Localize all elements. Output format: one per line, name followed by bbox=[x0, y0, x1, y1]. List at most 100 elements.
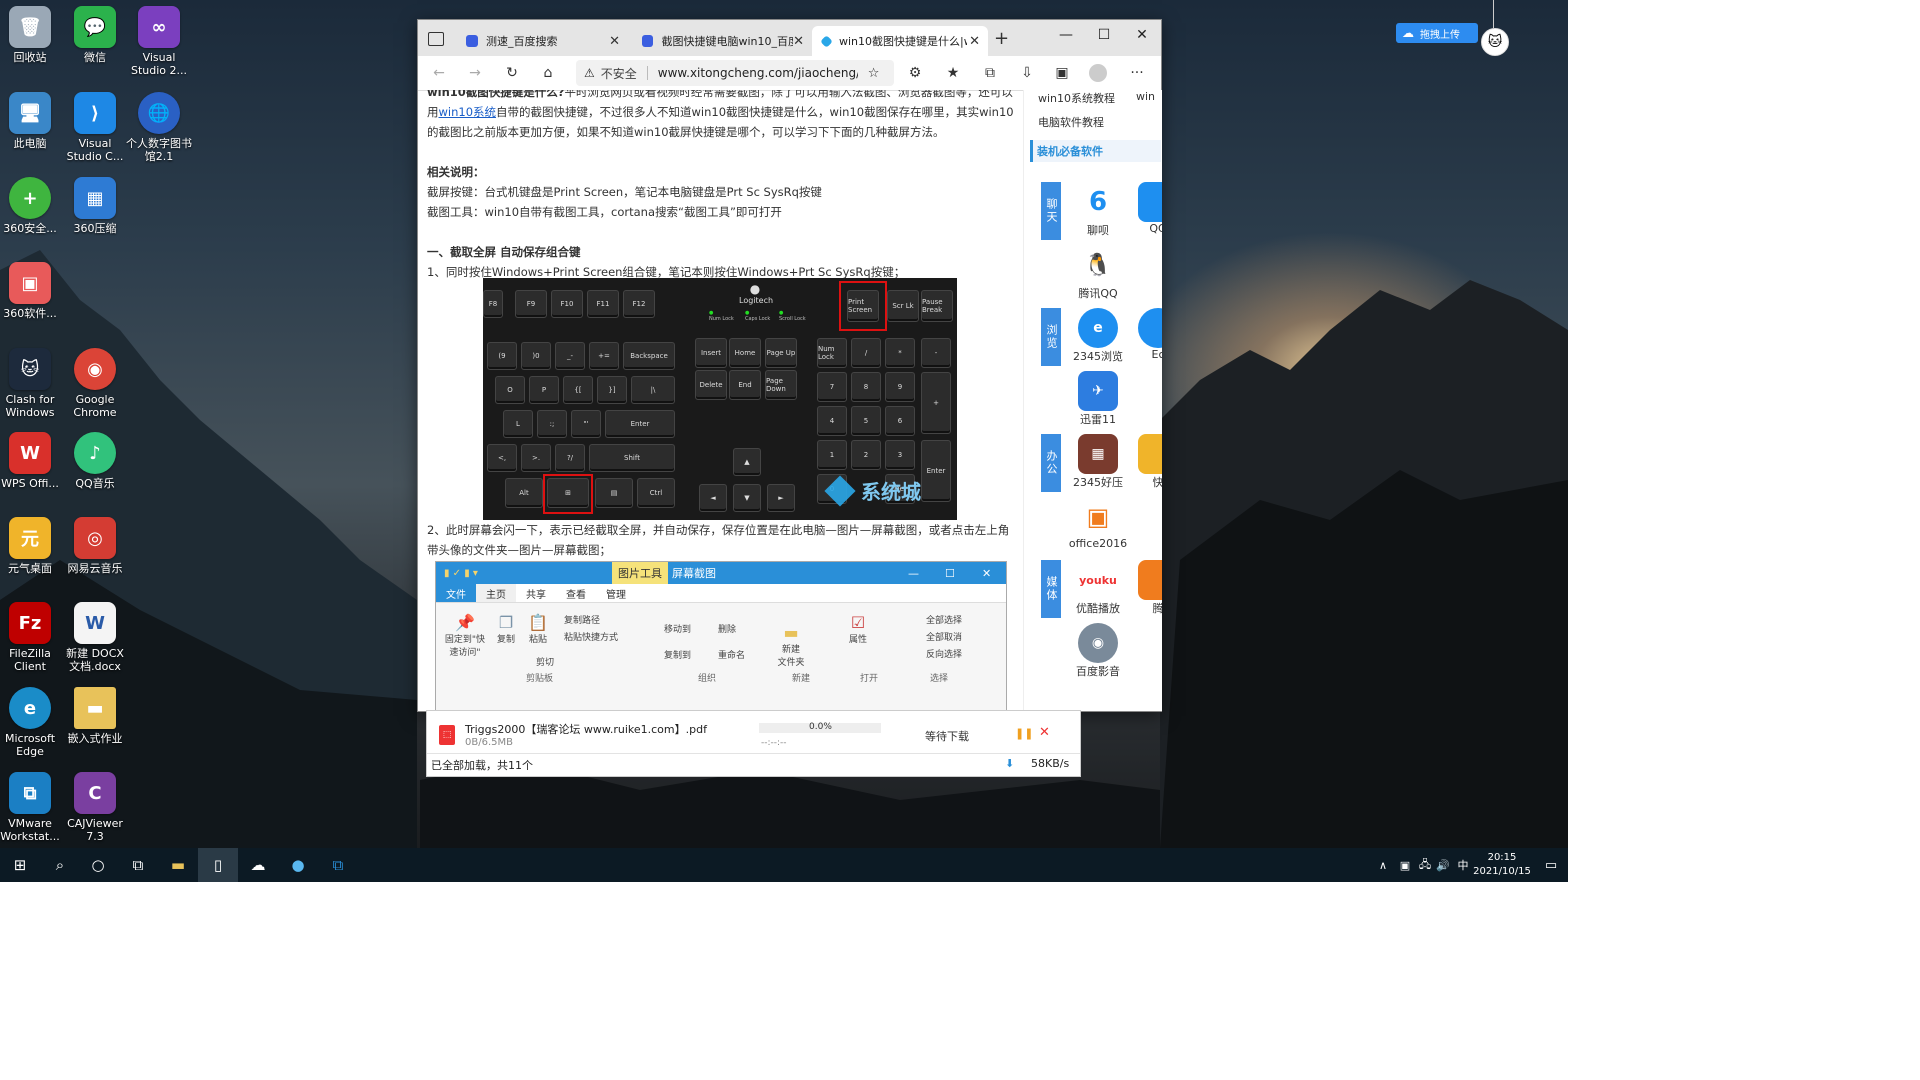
desktop-icon-clash[interactable]: 🐱 Clash for Windows bbox=[0, 348, 65, 419]
pause-icon[interactable]: ❚❚ bbox=[1015, 727, 1033, 740]
tray-app-icon[interactable]: ▣ bbox=[1394, 848, 1416, 882]
desktop-icon-docx[interactable]: W 新建 DOCX 文档.docx bbox=[60, 602, 130, 673]
extensions-icon[interactable]: ⚙ bbox=[904, 63, 926, 83]
cloud-app-taskbar-icon[interactable]: ● bbox=[278, 848, 318, 882]
software-tencent-qq[interactable]: 🐧 腾讯QQ bbox=[1066, 245, 1130, 301]
security-label[interactable]: 不安全 bbox=[601, 65, 637, 82]
start-button-icon[interactable]: ⊞ bbox=[0, 848, 40, 882]
desktop-icon-digital-library[interactable]: 🌐 个人数字图书馆2.1 bbox=[124, 92, 194, 163]
collections-icon[interactable]: ⧉ bbox=[979, 63, 1001, 83]
desktop-icon-vmware[interactable]: ⧉ VMware Workstat... bbox=[0, 772, 65, 843]
forward-button[interactable]: → bbox=[464, 63, 486, 83]
software-edge[interactable]: Ec bbox=[1126, 308, 1162, 361]
close-window-button[interactable]: ✕ bbox=[1123, 20, 1161, 50]
desktop-icon-wechat[interactable]: 💬 微信 bbox=[60, 6, 130, 64]
software-qq[interactable]: QQ bbox=[1126, 182, 1162, 235]
address-bar: ← → ↻ ⌂ ⚠ 不安全 www.xitongcheng.com/jiaoch… bbox=[418, 56, 1161, 91]
home-button[interactable]: ⌂ bbox=[537, 63, 559, 83]
desktop-icon-360-software[interactable]: ▣ 360软件... bbox=[0, 262, 65, 320]
key-f9: F9 bbox=[515, 290, 547, 318]
cortana-icon[interactable]: ○ bbox=[78, 848, 118, 882]
software-office[interactable]: ▣ office2016 bbox=[1066, 497, 1130, 550]
software-xunlei[interactable]: ✈ 迅雷11 bbox=[1066, 371, 1130, 427]
desktop-icon-filezilla[interactable]: Fz FileZilla Client bbox=[0, 602, 65, 673]
new-folder-label: 新建 文件夹 bbox=[777, 645, 805, 668]
sidebar-link-software-tutorial[interactable]: 电脑软件教程 bbox=[1038, 114, 1104, 130]
category-media[interactable]: 媒体 bbox=[1041, 560, 1061, 618]
software-tencent-video[interactable]: 腾 bbox=[1126, 560, 1162, 616]
software-kuai[interactable]: 快 bbox=[1126, 434, 1162, 490]
led-label: Caps Lock bbox=[745, 316, 771, 322]
tab-close-icon[interactable]: ✕ bbox=[609, 34, 620, 49]
show-hidden-icons-icon[interactable]: ∧ bbox=[1372, 848, 1394, 882]
cancel-download-icon[interactable]: ✕ bbox=[1039, 725, 1050, 740]
category-chat[interactable]: 聊天 bbox=[1041, 182, 1061, 240]
refresh-button[interactable]: ↻ bbox=[501, 63, 523, 83]
tab-xitongcheng[interactable]: win10截图快捷键是什么|win ✕ bbox=[812, 26, 988, 56]
minimize-button[interactable]: — bbox=[1047, 20, 1085, 50]
sidebar-link-win10-tutorial[interactable]: win10系统教程 bbox=[1038, 90, 1115, 106]
tab-close-icon[interactable]: ✕ bbox=[793, 34, 804, 49]
desktop-icon-yuanqi[interactable]: 元 元气桌面 bbox=[0, 517, 65, 575]
vmware-taskbar-icon[interactable]: ⧉ bbox=[318, 848, 358, 882]
sidebar-link-win[interactable]: win bbox=[1136, 90, 1155, 103]
favorites-icon[interactable]: ★ bbox=[942, 63, 964, 83]
profile-avatar[interactable] bbox=[1089, 64, 1107, 82]
clock[interactable]: 20:15 2021/10/15 bbox=[1472, 851, 1532, 879]
desktop-icon-vscode[interactable]: ⟩ Visual Studio C... bbox=[60, 92, 130, 163]
new-tab-button[interactable]: + bbox=[994, 28, 1009, 49]
tab-baidu-speedtest[interactable]: 测速_百度搜索 ✕ bbox=[456, 26, 628, 56]
win10-system-link[interactable]: win10系统 bbox=[439, 105, 497, 119]
desktop-icon-this-pc[interactable]: 🖥 此电脑 bbox=[0, 92, 65, 150]
category-office[interactable]: 办公 bbox=[1041, 434, 1061, 492]
cat-mascot-icon[interactable]: 🐱 bbox=[1481, 28, 1509, 56]
tab-actions-icon[interactable] bbox=[428, 32, 444, 46]
download-file-name[interactable]: Triggs2000【瑞客论坛 www.ruike1.com】.pdf bbox=[465, 721, 707, 737]
volume-icon[interactable]: 🔊 bbox=[1432, 848, 1454, 882]
back-button[interactable]: ← bbox=[428, 63, 450, 83]
ime-indicator[interactable]: 中 bbox=[1452, 848, 1474, 882]
desktop-icon-visual-studio[interactable]: ∞ Visual Studio 2... bbox=[124, 6, 194, 77]
key-arrow-right: ► bbox=[767, 484, 795, 512]
software-haozip[interactable]: ▦ 2345好压 bbox=[1066, 434, 1130, 490]
file-explorer-taskbar-icon[interactable]: ▬ bbox=[158, 848, 198, 882]
document-taskbar-icon[interactable]: ▯ bbox=[198, 848, 238, 882]
desktop-icon-360-security[interactable]: + 360安全... bbox=[0, 177, 65, 235]
quick-access-icons: ▮ ✓ ▮ ▾ bbox=[444, 567, 478, 579]
search-icon[interactable]: ⌕ bbox=[40, 848, 80, 882]
notification-center-icon[interactable]: ▭ bbox=[1536, 848, 1566, 882]
desktop-icon-edge[interactable]: e Microsoft Edge bbox=[0, 687, 65, 758]
upload-widget[interactable]: ☁ 拖拽上传 bbox=[1396, 23, 1478, 43]
maximize-button[interactable]: ☐ bbox=[1085, 20, 1123, 50]
url-text[interactable]: www.xitongcheng.com/jiaocheng/win... bbox=[658, 66, 858, 80]
task-view-icon[interactable]: ⧉ bbox=[118, 848, 158, 882]
desktop-icon-wps[interactable]: W WPS Offi... bbox=[0, 432, 65, 490]
favorite-star-icon[interactable]: ☆ bbox=[868, 66, 880, 81]
desktop-icon-chrome[interactable]: ◉ Google Chrome bbox=[60, 348, 130, 419]
screenshot-icon[interactable]: ▣ bbox=[1051, 63, 1073, 83]
download-icon[interactable]: ⇩ bbox=[1016, 63, 1038, 83]
category-browser[interactable]: 浏览 bbox=[1041, 308, 1061, 366]
desktop-icon-qq-music[interactable]: ♪ QQ音乐 bbox=[60, 432, 130, 490]
settings-more-button[interactable]: ··· bbox=[1126, 63, 1148, 83]
key: O bbox=[495, 376, 525, 404]
tab-baidu-screenshot[interactable]: 截图快捷键电脑win10_百度 ✕ bbox=[632, 26, 812, 56]
baidu-netdisk-taskbar-icon[interactable]: ☁ bbox=[238, 848, 278, 882]
software-name: 百度影音 bbox=[1076, 665, 1120, 678]
delete-action: 删除 bbox=[718, 625, 737, 635]
software-liaobei[interactable]: 6 聊呗 bbox=[1066, 182, 1130, 238]
desktop-icon-folder[interactable]: ▬ 嵌入式作业 bbox=[60, 687, 130, 745]
url-box[interactable]: ⚠ 不安全 www.xitongcheng.com/jiaocheng/win.… bbox=[576, 60, 894, 86]
software-name: QQ bbox=[1149, 222, 1162, 235]
software-2345-browser[interactable]: e 2345浏览 bbox=[1066, 308, 1130, 364]
tab-close-icon[interactable]: ✕ bbox=[969, 34, 980, 49]
desktop-icon-cajviewer[interactable]: C CAJViewer 7.3 bbox=[60, 772, 130, 843]
software-youku[interactable]: youku 优酷播放 bbox=[1066, 560, 1130, 616]
software-baidu-player[interactable]: ◉ 百度影音 bbox=[1066, 623, 1130, 679]
desktop-icon-netease-music[interactable]: ◎ 网易云音乐 bbox=[60, 517, 130, 575]
desktop-icon-recycle-bin[interactable]: 🗑 回收站 bbox=[0, 6, 65, 64]
key: (9 bbox=[487, 342, 517, 370]
key-shift: Shift bbox=[589, 444, 675, 472]
desktop-icon-360-zip[interactable]: ▦ 360压缩 bbox=[60, 177, 130, 235]
360-security-icon: + bbox=[9, 177, 51, 219]
